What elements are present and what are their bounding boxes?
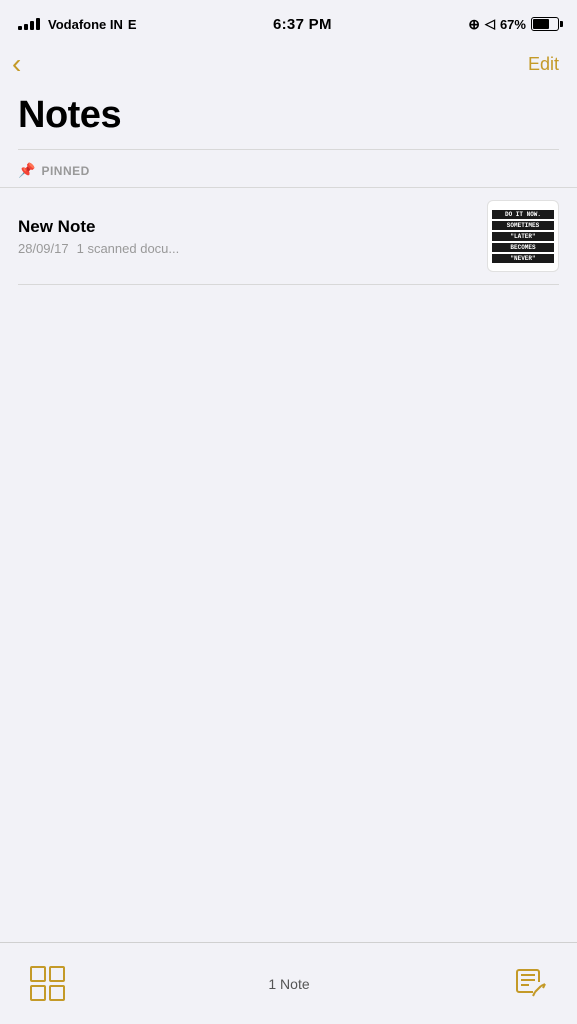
location-icon: ⊕ bbox=[468, 16, 480, 33]
status-time: 6:37 PM bbox=[273, 16, 332, 33]
battery-percent: 67% bbox=[500, 17, 526, 32]
pinned-label: PINNED bbox=[41, 164, 89, 178]
thumb-line-5: "NEVER" bbox=[492, 254, 554, 263]
note-preview: 1 scanned docu... bbox=[77, 241, 180, 256]
note-meta: 28/09/17 1 scanned docu... bbox=[18, 241, 473, 256]
main-content bbox=[0, 285, 577, 785]
network-type-label: E bbox=[128, 17, 137, 32]
page-title: Notes bbox=[18, 94, 559, 137]
compose-button[interactable] bbox=[513, 964, 547, 1003]
gallery-square-4 bbox=[49, 985, 65, 1001]
status-bar: Vodafone IN E 6:37 PM ⊕ ◁ 67% bbox=[0, 0, 577, 44]
gallery-row-bottom bbox=[30, 985, 65, 1001]
thumb-line-2: SOMETIMES bbox=[492, 221, 554, 230]
nav-bar: ‹ Edit bbox=[0, 44, 577, 86]
gallery-square-3 bbox=[30, 985, 46, 1001]
back-button[interactable]: ‹ bbox=[12, 50, 21, 78]
thumb-line-1: DO IT NOW. bbox=[492, 210, 554, 219]
thumb-line-4: BECOMES bbox=[492, 243, 554, 252]
pin-icon: 📌 bbox=[18, 162, 35, 179]
navigation-icon: ◁ bbox=[485, 16, 495, 32]
note-count-label: 1 Note bbox=[268, 976, 309, 992]
thumbnail-content: DO IT NOW. SOMETIMES "LATER" BECOMES "NE… bbox=[488, 201, 558, 271]
carrier-label: Vodafone IN bbox=[48, 17, 123, 32]
note-item[interactable]: New Note 28/09/17 1 scanned docu... DO I… bbox=[0, 188, 577, 284]
battery-icon bbox=[531, 17, 559, 31]
note-date: 28/09/17 bbox=[18, 241, 69, 256]
status-left: Vodafone IN E bbox=[18, 17, 137, 32]
edit-button[interactable]: Edit bbox=[528, 54, 559, 75]
status-right: ⊕ ◁ 67% bbox=[468, 16, 559, 33]
pinned-section-header: 📌 PINNED bbox=[0, 150, 577, 187]
gallery-row-top bbox=[30, 966, 65, 982]
signal-bars-icon bbox=[18, 18, 40, 30]
compose-icon bbox=[513, 964, 547, 998]
note-thumbnail: DO IT NOW. SOMETIMES "LATER" BECOMES "NE… bbox=[487, 200, 559, 272]
gallery-square-2 bbox=[49, 966, 65, 982]
bottom-bar: 1 Note bbox=[0, 942, 577, 1024]
gallery-button[interactable] bbox=[30, 966, 65, 1001]
gallery-square-1 bbox=[30, 966, 46, 982]
page-title-container: Notes bbox=[0, 86, 577, 149]
note-content: New Note 28/09/17 1 scanned docu... bbox=[18, 217, 487, 256]
note-title: New Note bbox=[18, 217, 473, 237]
thumb-line-3: "LATER" bbox=[492, 232, 554, 241]
